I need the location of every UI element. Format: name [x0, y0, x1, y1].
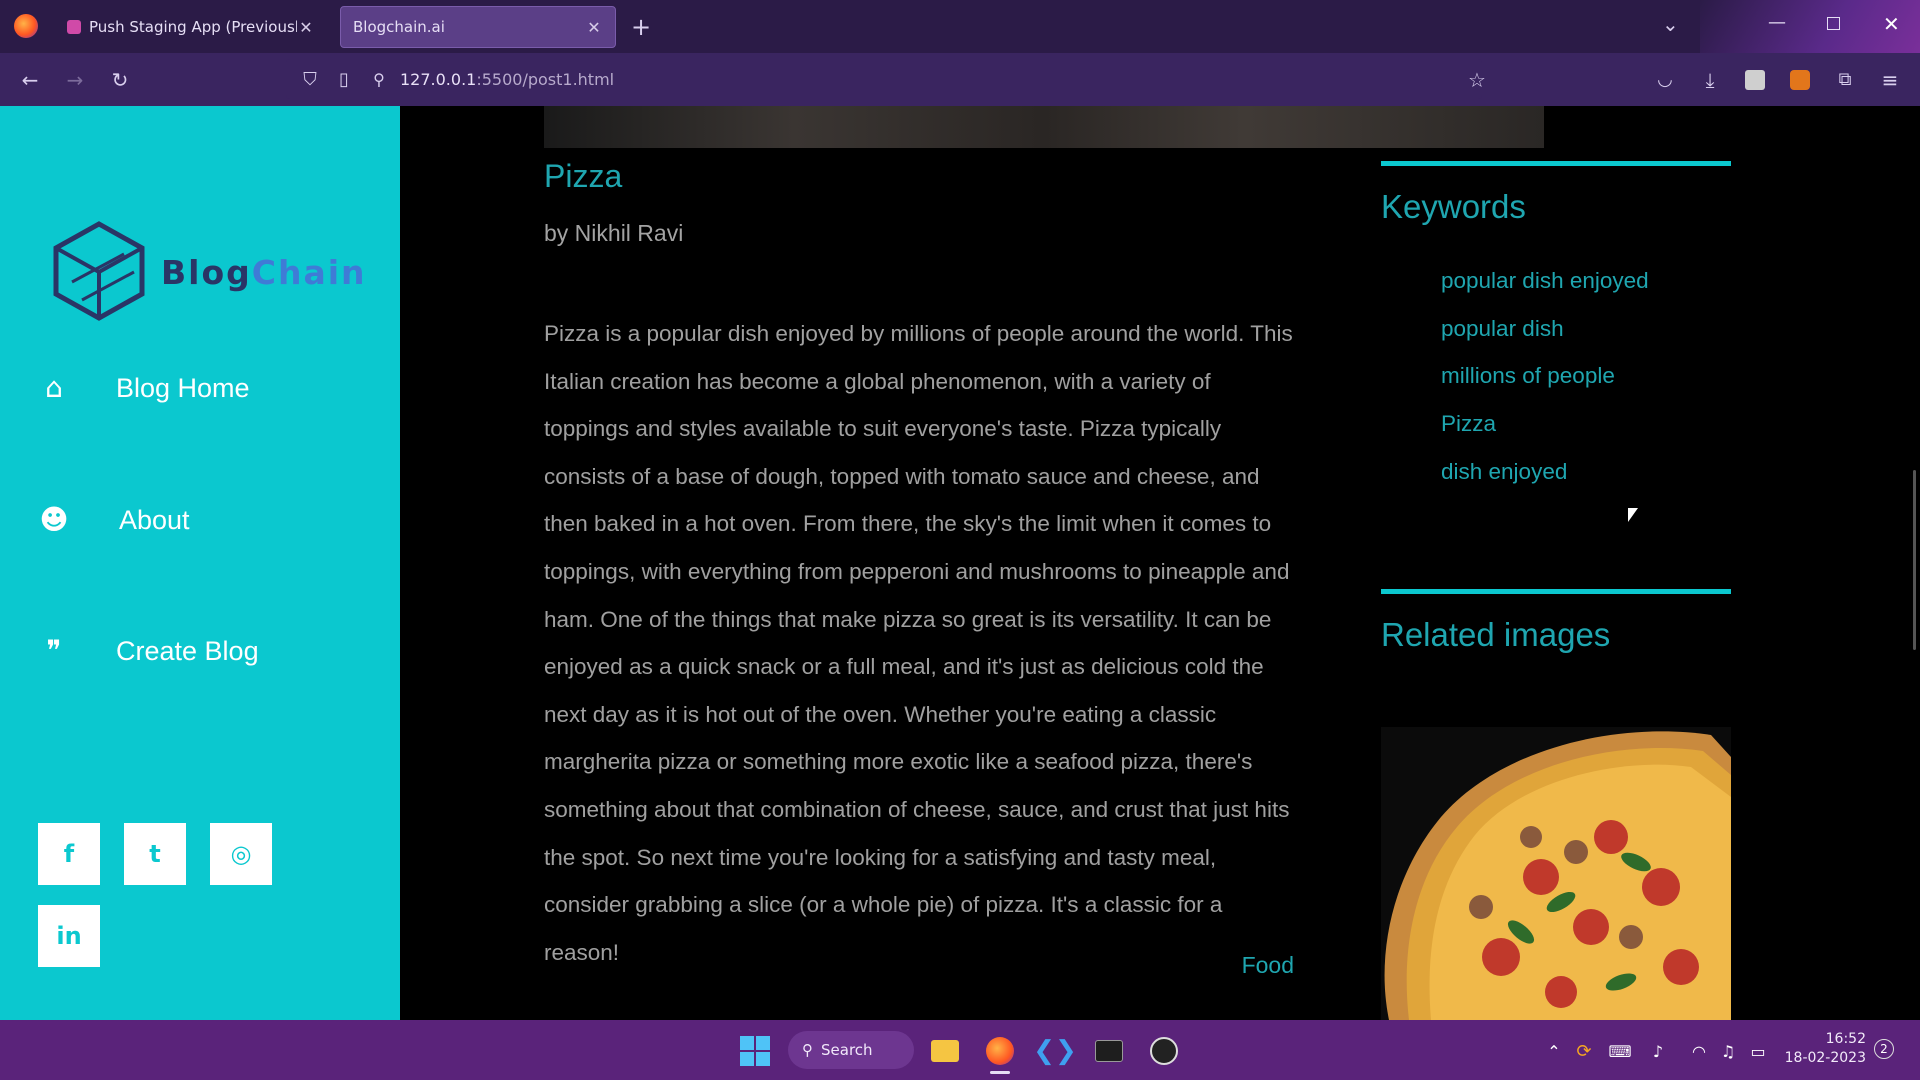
- file-explorer-icon[interactable]: [929, 1035, 961, 1067]
- permissions-icon[interactable]: ⚲: [364, 65, 394, 95]
- keyword-item[interactable]: popular dish: [1441, 316, 1564, 342]
- active-app-indicator: [990, 1071, 1010, 1074]
- microphone-icon[interactable]: ♪: [1642, 1035, 1674, 1067]
- post-title: Pizza: [544, 158, 623, 194]
- tab-label: Blogchain.ai: [353, 18, 445, 36]
- keywords-divider: [1381, 161, 1731, 166]
- nav-create-blog[interactable]: ❞ Create Blog: [36, 633, 259, 669]
- shield-icon[interactable]: ⛉: [295, 65, 325, 95]
- sync-icon[interactable]: ⟳: [1568, 1035, 1600, 1067]
- tab-favicon-icon: [67, 20, 81, 34]
- nav-label: Blog Home: [116, 372, 250, 403]
- logo-part1: Blog: [161, 253, 252, 292]
- wifi-icon[interactable]: ◠: [1683, 1035, 1715, 1067]
- close-tab-icon[interactable]: ✕: [585, 18, 603, 37]
- page-icon[interactable]: ▯: [329, 65, 359, 95]
- taskbar-clock[interactable]: 16:52 18-02-2023: [1776, 1030, 1866, 1068]
- users-icon: ☻: [39, 503, 69, 536]
- nav-blog-home[interactable]: ⌂ Blog Home: [36, 370, 250, 406]
- battery-icon[interactable]: ▭: [1742, 1035, 1774, 1067]
- post-hero-image: [544, 106, 1544, 148]
- instagram-icon[interactable]: ◎: [210, 823, 272, 885]
- mouse-cursor-icon: [1628, 508, 1638, 522]
- windows-start-icon[interactable]: [740, 1036, 770, 1066]
- firefox-taskbar-icon[interactable]: [984, 1035, 1016, 1067]
- close-window-icon[interactable]: ✕: [1883, 12, 1900, 36]
- logo-part2: Chain: [251, 253, 367, 292]
- blogchain-logo-icon: [53, 221, 145, 321]
- metamask-icon[interactable]: [1790, 70, 1810, 90]
- notification-badge[interactable]: 2: [1874, 1039, 1894, 1059]
- extensions-icon[interactable]: ⧉: [1830, 65, 1860, 95]
- reload-icon[interactable]: ↻: [105, 65, 135, 95]
- nav-label: About: [119, 504, 190, 535]
- keyword-item[interactable]: popular dish enjoyed: [1441, 268, 1649, 294]
- twitter-icon[interactable]: t: [124, 823, 186, 885]
- linkedin-icon[interactable]: in: [38, 905, 100, 967]
- taskbar-search[interactable]: ⚲ Search: [788, 1031, 914, 1069]
- back-icon[interactable]: ←: [15, 65, 45, 95]
- terminal-icon[interactable]: [1093, 1035, 1125, 1067]
- search-icon: ⚲: [802, 1041, 813, 1059]
- downloads-icon[interactable]: ⤓: [1695, 65, 1725, 95]
- page-scrollbar[interactable]: [1913, 470, 1916, 650]
- images-divider: [1381, 589, 1731, 594]
- home-icon: ⌂: [45, 371, 63, 404]
- comments-icon: ❞: [46, 634, 62, 667]
- tab-blogchain[interactable]: Blogchain.ai ✕: [340, 6, 616, 48]
- clock-date: 18-02-2023: [1784, 1050, 1866, 1066]
- chevron-up-icon[interactable]: ⌃: [1538, 1035, 1570, 1067]
- bookmark-star-icon[interactable]: ☆: [1462, 65, 1492, 95]
- menu-icon[interactable]: ≡: [1875, 65, 1905, 95]
- keyword-item[interactable]: dish enjoyed: [1441, 459, 1567, 485]
- keyword-item[interactable]: millions of people: [1441, 363, 1615, 389]
- restore-icon[interactable]: [1827, 17, 1840, 30]
- close-tab-icon[interactable]: ✕: [297, 18, 315, 37]
- keyboard-icon[interactable]: ⌨: [1604, 1035, 1636, 1067]
- volume-icon[interactable]: ♫: [1712, 1035, 1744, 1067]
- nav-label: Create Blog: [116, 635, 259, 666]
- nav-about[interactable]: ☻ About: [36, 502, 190, 538]
- post-category[interactable]: Food: [1242, 952, 1294, 979]
- url-host: 127.0.0.1: [400, 70, 477, 89]
- obs-icon[interactable]: [1148, 1035, 1180, 1067]
- url-text[interactable]: 127.0.0.1:5500/post1.html: [400, 70, 614, 89]
- facebook-icon[interactable]: f: [38, 823, 100, 885]
- list-tabs-icon[interactable]: ⌄: [1662, 12, 1679, 36]
- search-label: Search: [821, 1041, 873, 1059]
- forward-icon[interactable]: →: [60, 65, 90, 95]
- new-tab-icon[interactable]: +: [631, 13, 651, 41]
- tab-push-staging[interactable]: Push Staging App (Previously E ✕: [55, 6, 327, 48]
- logo-wordmark: BlogChain: [161, 253, 367, 292]
- clock-time: 16:52: [1825, 1031, 1866, 1047]
- post-author: by Nikhil Ravi: [544, 220, 684, 246]
- vscode-icon[interactable]: ❮❯: [1033, 1035, 1077, 1067]
- extension-avatar-icon[interactable]: [1745, 70, 1765, 90]
- url-path: :5500/post1.html: [476, 70, 615, 89]
- tab-label: Push Staging App (Previously E: [89, 18, 297, 36]
- firefox-icon[interactable]: [14, 14, 38, 38]
- keywords-heading: Keywords: [1381, 188, 1526, 225]
- related-images-heading: Related images: [1381, 616, 1611, 653]
- pocket-icon[interactable]: ◡: [1650, 65, 1680, 95]
- keyword-item[interactable]: Pizza: [1441, 411, 1496, 437]
- post-body: Pizza is a popular dish enjoyed by milli…: [544, 321, 1293, 965]
- related-pizza-image[interactable]: [1381, 727, 1731, 1020]
- minimize-icon[interactable]: —: [1768, 12, 1786, 33]
